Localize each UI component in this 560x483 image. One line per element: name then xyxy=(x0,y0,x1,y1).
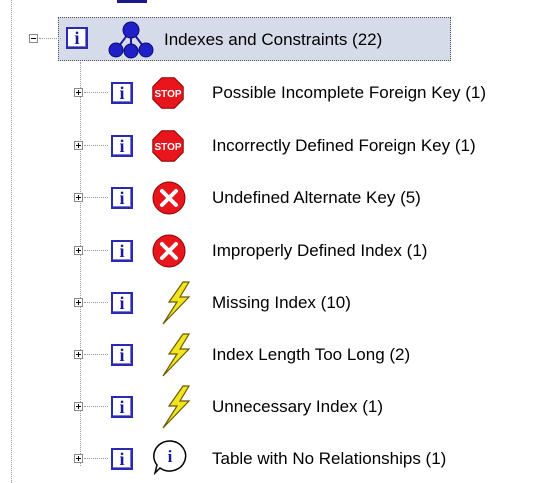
expand-icon[interactable] xyxy=(74,298,83,307)
info-button[interactable]: i xyxy=(111,448,133,470)
info-button[interactable]: i xyxy=(111,344,133,366)
info-bubble-icon: i xyxy=(153,440,187,475)
tree-node-label[interactable]: Unnecessary Index (1) xyxy=(212,397,383,417)
error-x-icon xyxy=(152,234,186,268)
info-button[interactable]: i xyxy=(111,135,133,157)
expand-icon[interactable] xyxy=(74,454,83,463)
tree-node-label[interactable]: Table with No Relationships (1) xyxy=(212,449,446,469)
tree-connector xyxy=(84,302,108,303)
info-button[interactable]: i xyxy=(111,187,133,209)
expand-icon[interactable] xyxy=(74,193,83,202)
tree-connector xyxy=(84,354,108,355)
lightning-warning-icon xyxy=(162,385,191,429)
info-bubble-glyph: i xyxy=(168,447,173,466)
tree-view: i Indexes and Constraints (22) i STOP Poss… xyxy=(0,0,560,483)
tree-node-label[interactable]: Incorrectly Defined Foreign Key (1) xyxy=(212,136,476,156)
stop-sign-icon: STOP xyxy=(152,130,184,162)
tree-node-label[interactable]: Improperly Defined Index (1) xyxy=(212,241,427,261)
expand-icon[interactable] xyxy=(74,141,83,150)
tree-connector xyxy=(84,145,108,146)
tree-connector xyxy=(84,406,108,407)
info-button[interactable]: i xyxy=(111,396,133,418)
expand-icon[interactable] xyxy=(74,350,83,359)
tree-connector xyxy=(39,38,61,39)
tree-connector xyxy=(84,197,108,198)
lightning-warning-icon xyxy=(162,281,191,325)
index-group-icon xyxy=(108,21,154,59)
info-button[interactable]: i xyxy=(66,27,88,49)
expand-icon[interactable] xyxy=(74,88,83,97)
expand-icon[interactable] xyxy=(74,246,83,255)
tree-node-label[interactable]: Possible Incomplete Foreign Key (1) xyxy=(212,83,486,103)
tree-line xyxy=(11,0,12,483)
tree-connector xyxy=(84,458,108,459)
tree-node-label[interactable]: Index Length Too Long (2) xyxy=(212,345,410,365)
root-node-label[interactable]: Indexes and Constraints (22) xyxy=(164,30,382,50)
tree-connector xyxy=(84,250,108,251)
tree-node-label[interactable]: Undefined Alternate Key (5) xyxy=(212,188,421,208)
stop-sign-text: STOP xyxy=(154,89,181,100)
stop-sign-text: STOP xyxy=(154,142,181,153)
error-x-icon xyxy=(152,181,186,215)
tree-node-label[interactable]: Missing Index (10) xyxy=(212,293,351,313)
selection-strip xyxy=(117,0,147,3)
info-button[interactable]: i xyxy=(111,240,133,262)
info-button[interactable]: i xyxy=(111,82,133,104)
expand-icon[interactable] xyxy=(74,402,83,411)
collapse-icon[interactable] xyxy=(29,34,38,43)
info-button[interactable]: i xyxy=(111,292,133,314)
tree-connector xyxy=(84,92,108,93)
lightning-warning-icon xyxy=(162,333,191,377)
stop-sign-icon: STOP xyxy=(152,77,184,109)
